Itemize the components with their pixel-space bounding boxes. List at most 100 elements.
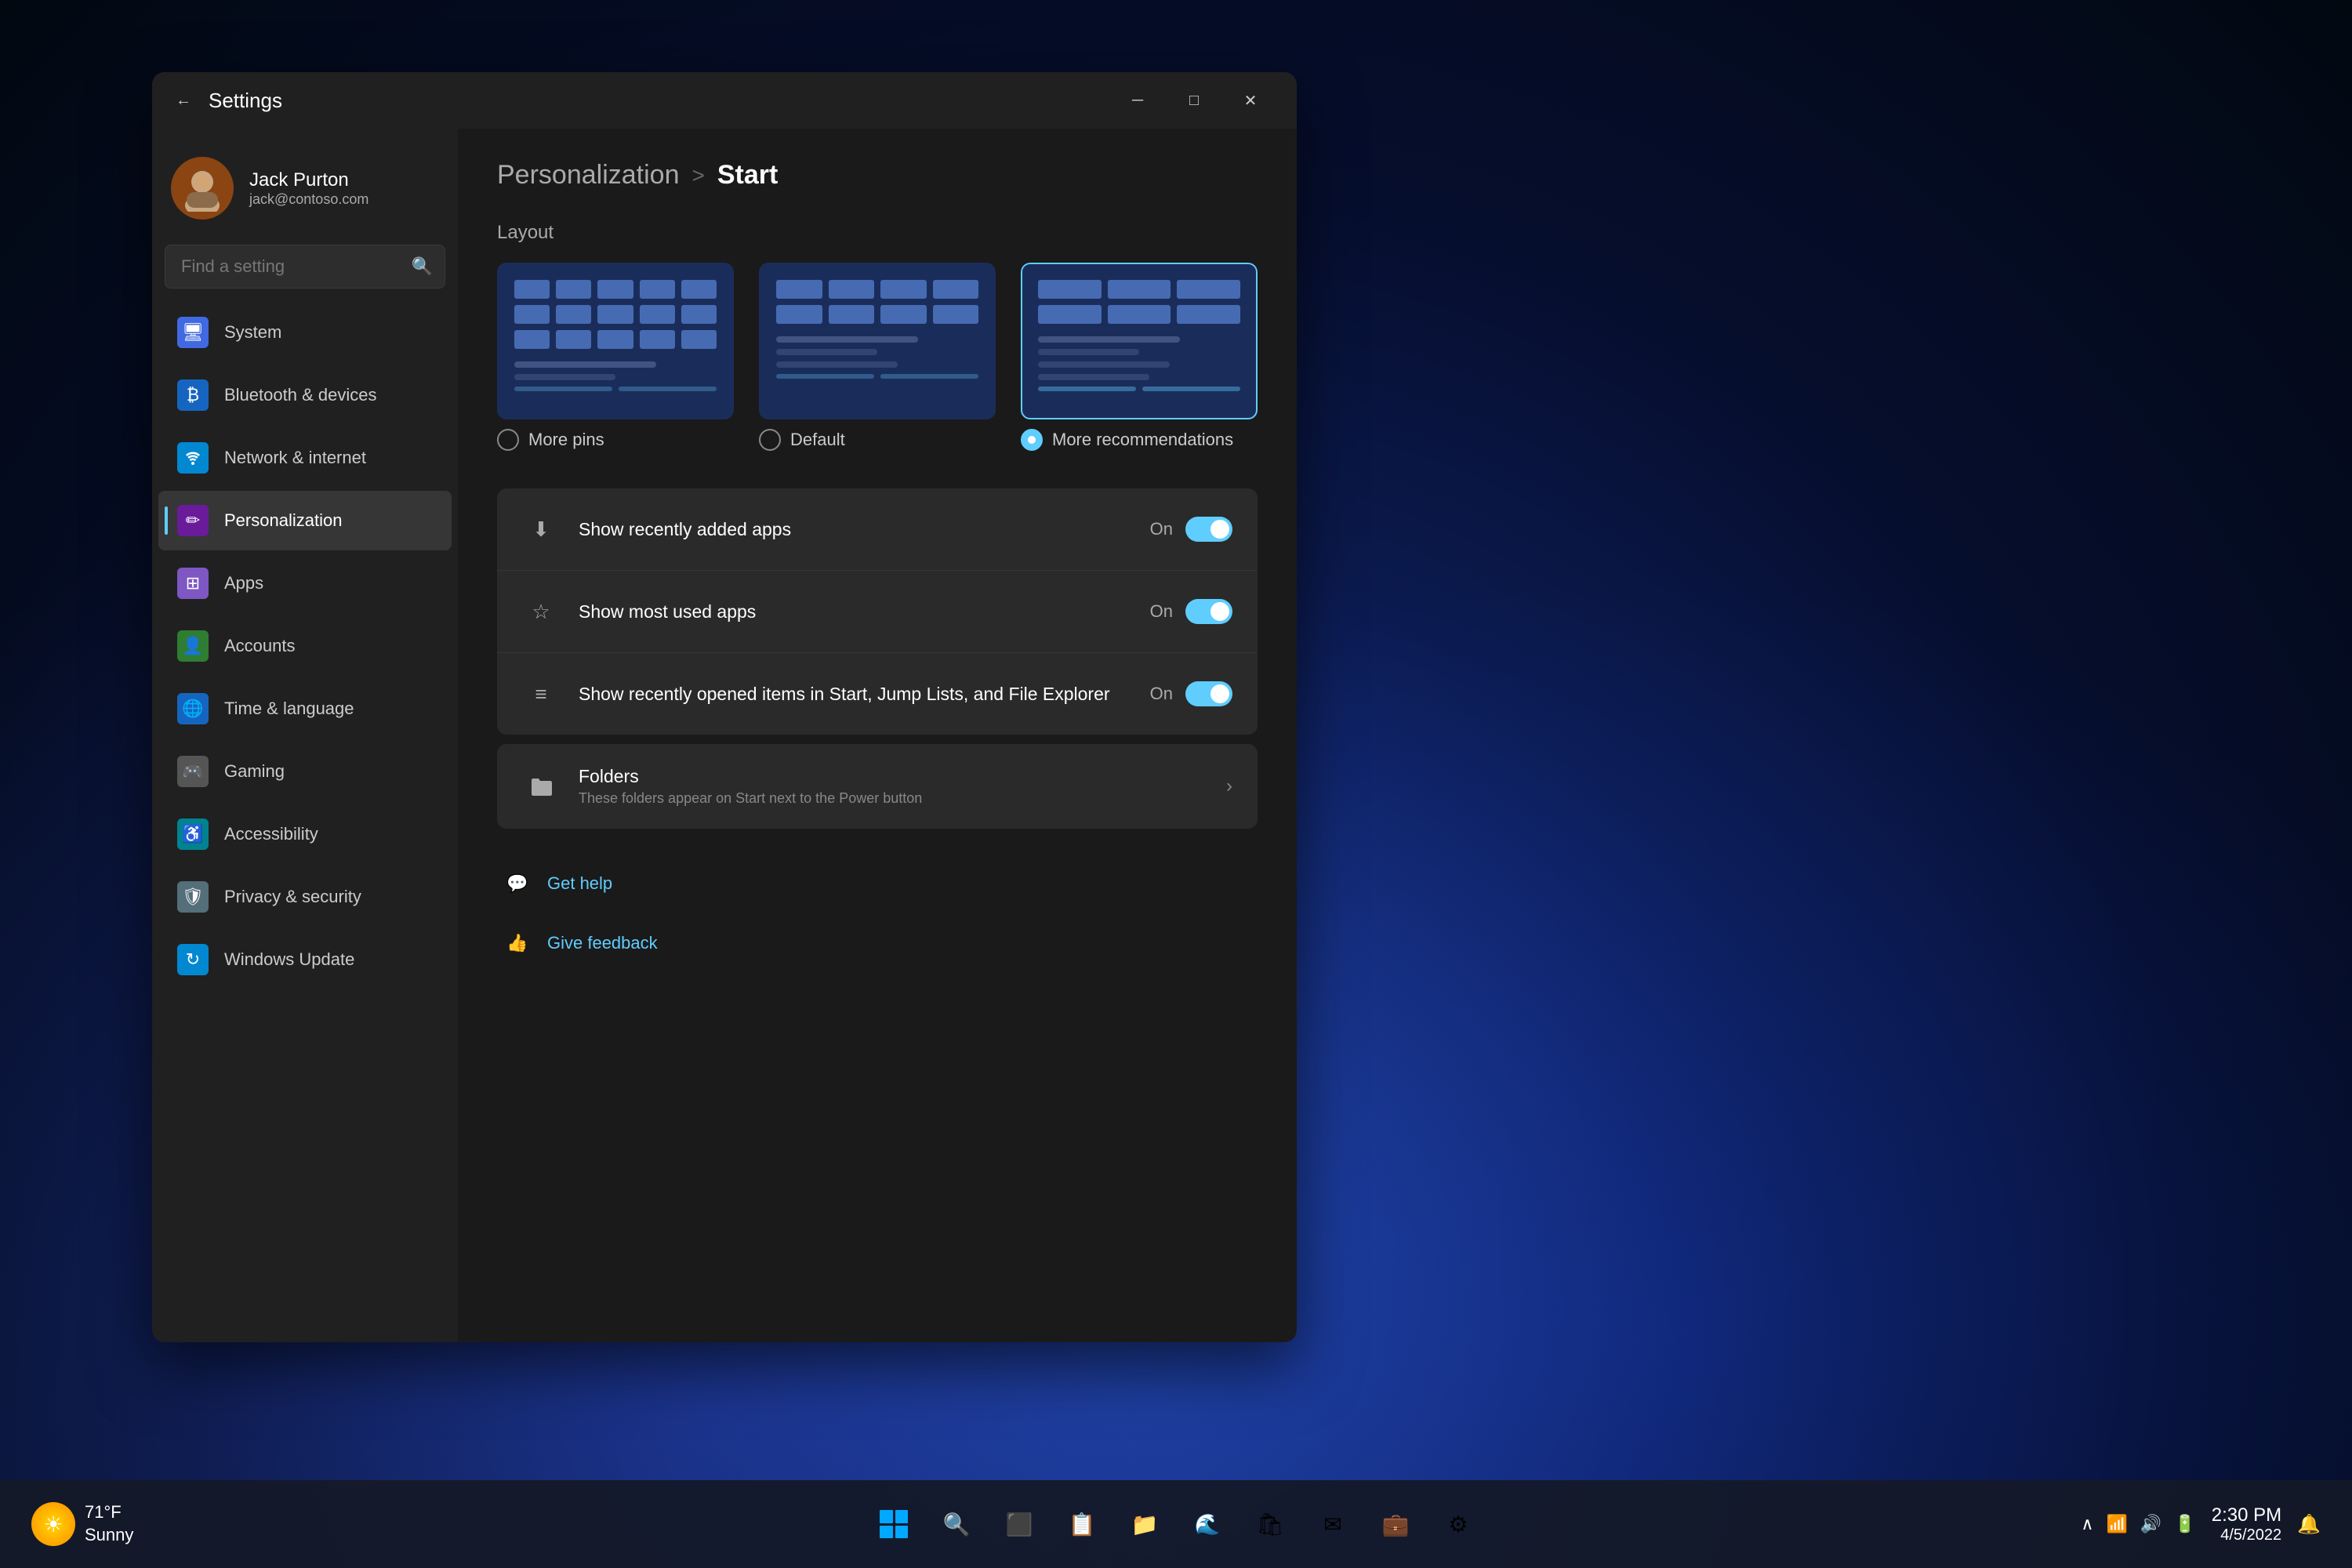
sidebar-item-accounts[interactable]: 👤 Accounts	[158, 616, 452, 676]
taskbar: ☀ 71°F Sunny 🔍 ⬛ 📋 📁 🌊 🛍 ✉ 💼 ⚙ ∧	[0, 1480, 2352, 1568]
most-used-toggle[interactable]	[1185, 599, 1232, 624]
layout-section-title: Layout	[497, 222, 1258, 244]
most-used-row[interactable]: ☆ Show most used apps On	[497, 571, 1258, 653]
folders-chevron-icon: ›	[1226, 775, 1232, 797]
settings-taskbar-button[interactable]: ⚙	[1436, 1502, 1480, 1546]
layout-card-default[interactable]: Default	[759, 263, 996, 451]
recently-added-toggle[interactable]	[1185, 517, 1232, 542]
battery-icon[interactable]: 🔋	[2174, 1514, 2195, 1534]
window-title: Settings	[209, 89, 282, 113]
notification-icon[interactable]: 🔔	[2297, 1513, 2321, 1536]
folders-row[interactable]: Folders These folders appear on Start ne…	[497, 744, 1258, 829]
more-pins-option[interactable]: More pins	[497, 429, 734, 451]
search-input[interactable]	[165, 245, 445, 289]
user-info: Jack Purton jack@contoso.com	[249, 169, 368, 208]
layout-card-more-pins[interactable]: More pins	[497, 263, 734, 451]
sidebar: Jack Purton jack@contoso.com 🔍 🖥 System …	[152, 129, 458, 1342]
breadcrumb-parent: Personalization	[497, 160, 679, 191]
sidebar-item-network[interactable]: Network & internet	[158, 428, 452, 488]
sidebar-item-apps[interactable]: ⊞ Apps	[158, 554, 452, 613]
sidebar-item-bluetooth[interactable]: ₿ Bluetooth & devices	[158, 365, 452, 425]
volume-icon[interactable]: 🔊	[2140, 1514, 2161, 1534]
user-section: Jack Purton jack@contoso.com	[152, 144, 458, 238]
breadcrumb-separator: >	[691, 163, 704, 188]
user-name: Jack Purton	[249, 169, 368, 191]
more-pins-preview	[499, 264, 732, 418]
more-recommendations-preview	[1022, 264, 1256, 418]
most-used-control: On	[1150, 599, 1232, 624]
give-feedback-label: Give feedback	[547, 933, 658, 953]
back-button[interactable]: ←	[171, 88, 196, 113]
user-email: jack@contoso.com	[249, 191, 368, 208]
recently-added-control: On	[1150, 517, 1232, 542]
personalization-icon: ✏	[177, 505, 209, 536]
privacy-icon: 🛡	[177, 881, 209, 913]
minimize-button[interactable]: ─	[1110, 82, 1165, 119]
sidebar-item-time[interactable]: 🌐 Time & language	[158, 679, 452, 739]
search-taskbar-button[interactable]: 🔍	[935, 1502, 978, 1546]
layout-card-more-pins-image	[497, 263, 734, 419]
layout-card-default-image	[759, 263, 996, 419]
search-icon: 🔍	[412, 256, 433, 277]
widgets-button[interactable]: 📋	[1060, 1502, 1104, 1546]
apps-icon: ⊞	[177, 568, 209, 599]
taskbar-right: ∧ 📶 🔊 🔋 2:30 PM 4/5/2022 🔔	[2081, 1504, 2321, 1544]
recently-opened-control: On	[1150, 681, 1232, 706]
maximize-button[interactable]: □	[1167, 82, 1221, 119]
start-button[interactable]	[872, 1502, 916, 1546]
sidebar-item-system[interactable]: 🖥 System	[158, 303, 452, 362]
system-tray: ∧ 📶 🔊 🔋	[2081, 1514, 2195, 1534]
edge-browser-button[interactable]: 🌊	[1185, 1502, 1229, 1546]
sidebar-item-windows-update[interactable]: ↻ Windows Update	[158, 930, 452, 989]
more-recommendations-radio[interactable]	[1021, 429, 1043, 451]
sidebar-item-system-label: System	[224, 322, 281, 343]
chevron-up-icon[interactable]: ∧	[2081, 1514, 2093, 1534]
recently-opened-icon: ≡	[522, 675, 560, 713]
close-button[interactable]: ✕	[1223, 82, 1278, 119]
sidebar-item-gaming[interactable]: 🎮 Gaming	[158, 742, 452, 801]
recently-opened-toggle[interactable]	[1185, 681, 1232, 706]
layout-cards: More pins	[497, 263, 1258, 451]
taskbar-center: 🔍 ⬛ 📋 📁 🌊 🛍 ✉ 💼 ⚙	[872, 1502, 1480, 1546]
teams-button[interactable]: 💼	[1374, 1502, 1417, 1546]
get-help-link[interactable]: 💬 Get help	[497, 854, 1258, 913]
recently-opened-row[interactable]: ≡ Show recently opened items in Start, J…	[497, 653, 1258, 735]
sidebar-item-apps-label: Apps	[224, 573, 263, 593]
accessibility-icon: ♿	[177, 818, 209, 850]
get-help-icon: 💬	[503, 869, 532, 898]
default-radio[interactable]	[759, 429, 781, 451]
weather-widget[interactable]: ☀ 71°F Sunny	[31, 1501, 133, 1546]
recently-added-row[interactable]: ⬇ Show recently added apps On	[497, 488, 1258, 571]
get-help-label: Get help	[547, 873, 612, 894]
default-label: Default	[790, 430, 845, 450]
mail-button[interactable]: ✉	[1311, 1502, 1355, 1546]
sidebar-item-personalization[interactable]: ✏ Personalization	[158, 491, 452, 550]
time-widget[interactable]: 2:30 PM 4/5/2022	[2212, 1504, 2281, 1544]
sidebar-item-privacy[interactable]: 🛡 Privacy & security	[158, 867, 452, 927]
default-option[interactable]: Default	[759, 429, 996, 451]
accounts-icon: 👤	[177, 630, 209, 662]
more-recommendations-option[interactable]: More recommendations	[1021, 429, 1258, 451]
recently-added-label: Show recently added apps	[579, 519, 1150, 540]
sidebar-item-accessibility[interactable]: ♿ Accessibility	[158, 804, 452, 864]
wifi-icon[interactable]: 📶	[2107, 1514, 2128, 1534]
folders-text: Folders These folders appear on Start ne…	[579, 766, 1226, 807]
breadcrumb: Personalization > Start	[497, 160, 1258, 191]
sidebar-item-time-label: Time & language	[224, 699, 354, 719]
most-used-state: On	[1150, 601, 1173, 622]
content-area: Personalization > Start Layout	[458, 129, 1297, 1342]
folders-title: Folders	[579, 766, 1226, 787]
main-area: Jack Purton jack@contoso.com 🔍 🖥 System …	[152, 129, 1297, 1342]
window-controls: ─ □ ✕	[1110, 82, 1278, 119]
layout-card-more-recommendations[interactable]: More recommendations	[1021, 263, 1258, 451]
more-pins-radio[interactable]	[497, 429, 519, 451]
default-preview	[760, 264, 994, 418]
file-explorer-button[interactable]: 📁	[1123, 1502, 1167, 1546]
recently-added-state: On	[1150, 519, 1173, 539]
store-button[interactable]: 🛍	[1248, 1502, 1292, 1546]
sidebar-item-accounts-label: Accounts	[224, 636, 296, 656]
give-feedback-link[interactable]: 👍 Give feedback	[497, 913, 1258, 973]
layout-card-more-recommendations-image	[1021, 263, 1258, 419]
task-view-button[interactable]: ⬛	[997, 1502, 1041, 1546]
sidebar-item-personalization-label: Personalization	[224, 510, 342, 531]
